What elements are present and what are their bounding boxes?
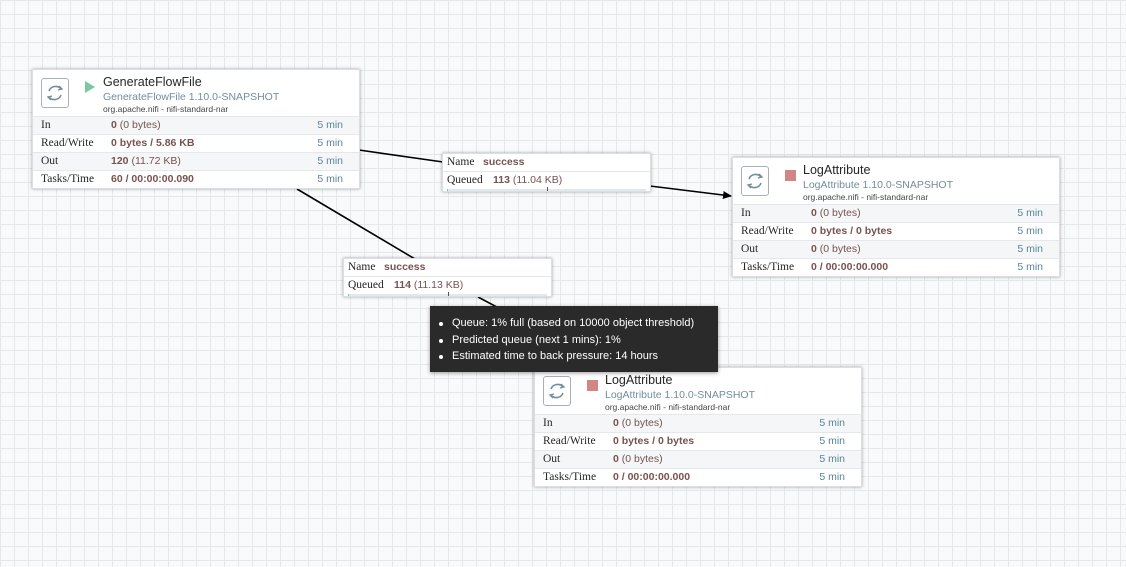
tooltip-item: Queue: 1% full (based on 10000 object th…: [439, 315, 718, 332]
stat-label: In: [741, 207, 751, 219]
processor-generateflowfile[interactable]: GenerateFlowFile GenerateFlowFile 1.10.0…: [32, 69, 360, 189]
connection-line-1b[interactable]: [649, 185, 732, 199]
processor-logattribute-2[interactable]: LogAttribute LogAttribute 1.10.0-SNAPSHO…: [534, 367, 862, 487]
stat-row-in: In 0 (0 bytes) 5 min: [733, 204, 1059, 222]
stat-label: Read/Write: [41, 137, 94, 149]
backpressure-count-fill: [348, 294, 349, 296]
stat-row-tasks-time: Tasks/Time 0 / 00:00:00.000 5 min: [535, 468, 861, 486]
connection-queued-label: Queued: [447, 174, 483, 186]
stat-value: 0 bytes / 5.86 KB: [111, 137, 195, 149]
flow-canvas[interactable]: GenerateFlowFile GenerateFlowFile 1.10.0…: [0, 0, 1126, 567]
stat-value: 0 / 00:00:00.000: [613, 471, 691, 483]
stat-label: Tasks/Time: [741, 261, 795, 273]
backpressure-divider: [546, 187, 548, 191]
stat-row-read-write: Read/Write 0 bytes / 5.86 KB 5 min: [33, 134, 359, 152]
connection-label-1[interactable]: Name success Queued 113 (11.04 KB): [442, 153, 651, 192]
stat-period: 5 min: [819, 471, 845, 483]
stat-period: 5 min: [317, 173, 343, 185]
stat-label: Out: [741, 243, 759, 255]
stat-label: Read/Write: [543, 435, 596, 447]
stat-row-out: Out 120 (11.72 KB) 5 min: [33, 152, 359, 170]
stat-period: 5 min: [317, 119, 343, 131]
processor-type: GenerateFlowFile 1.10.0-SNAPSHOT: [103, 91, 280, 103]
stat-label: Read/Write: [741, 225, 794, 237]
connection-queued-label: Queued: [348, 279, 384, 291]
connection-name-label: Name: [348, 261, 376, 273]
stat-row-read-write: Read/Write 0 bytes / 0 bytes 5 min: [535, 432, 861, 450]
backpressure-bar[interactable]: [348, 292, 547, 296]
stopped-icon: [587, 380, 598, 391]
stat-label: Tasks/Time: [543, 471, 597, 483]
processor-logattribute-1[interactable]: LogAttribute LogAttribute 1.10.0-SNAPSHO…: [732, 157, 1060, 277]
stat-period: 5 min: [819, 417, 845, 429]
processor-icon: [543, 376, 571, 406]
connection-queued: 114 (11.13 KB): [394, 279, 464, 291]
stat-period: 5 min: [317, 137, 343, 149]
stat-value: 0 (0 bytes): [613, 453, 663, 465]
connection-name: success: [483, 156, 525, 168]
processor-bundle: org.apache.nifi - nifi-standard-nar: [803, 192, 929, 202]
processor-name: LogAttribute: [605, 373, 673, 387]
stat-period: 5 min: [1017, 207, 1043, 219]
processor-bundle: org.apache.nifi - nifi-standard-nar: [605, 402, 731, 412]
stat-row-tasks-time: Tasks/Time 60 / 00:00:00.090 5 min: [33, 170, 359, 188]
processor-name: LogAttribute: [803, 163, 871, 177]
processor-bundle: org.apache.nifi - nifi-standard-nar: [103, 104, 229, 114]
processor-name: GenerateFlowFile: [103, 75, 202, 89]
stat-period: 5 min: [1017, 261, 1043, 273]
stat-value: 120 (11.72 KB): [111, 155, 181, 167]
processor-icon: [741, 166, 769, 196]
backpressure-tooltip: Queue: 1% full (based on 10000 object th…: [430, 306, 718, 372]
stat-row-in: In 0 (0 bytes) 5 min: [535, 414, 861, 432]
connection-queued: 113 (11.04 KB): [493, 174, 563, 186]
stat-period: 5 min: [1017, 243, 1043, 255]
stopped-icon: [785, 170, 796, 181]
processor-type: LogAttribute 1.10.0-SNAPSHOT: [605, 389, 755, 401]
stat-row-in: In 0 (0 bytes) 5 min: [33, 116, 359, 134]
stat-label: Out: [41, 155, 59, 167]
connection-name: success: [384, 261, 426, 273]
stat-period: 5 min: [819, 453, 845, 465]
stat-value: 0 (0 bytes): [811, 207, 861, 219]
connection-line-1a[interactable]: [358, 149, 444, 163]
connection-name-label: Name: [447, 156, 475, 168]
stat-value: 0 (0 bytes): [811, 243, 861, 255]
connection-label-2[interactable]: Name success Queued 114 (11.13 KB): [343, 258, 552, 297]
stat-label: In: [543, 417, 553, 429]
connection-line-2a[interactable]: [296, 188, 416, 260]
running-icon: [85, 81, 95, 93]
stat-value: 0 bytes / 0 bytes: [613, 435, 695, 447]
tooltip-item: Predicted queue (next 1 mins): 1%: [439, 332, 718, 349]
stat-value: 0 (0 bytes): [613, 417, 663, 429]
stat-period: 5 min: [1017, 225, 1043, 237]
stat-label: Tasks/Time: [41, 173, 95, 185]
backpressure-count-fill: [447, 189, 448, 191]
stat-value: 60 / 00:00:00.090: [111, 173, 194, 185]
processor-icon: [41, 78, 69, 108]
backpressure-bar[interactable]: [447, 187, 646, 191]
stat-period: 5 min: [317, 155, 343, 167]
stat-label: In: [41, 119, 51, 131]
stat-period: 5 min: [819, 435, 845, 447]
backpressure-divider: [447, 292, 449, 296]
stat-row-out: Out 0 (0 bytes) 5 min: [733, 240, 1059, 258]
stat-value: 0 / 00:00:00.000: [811, 261, 889, 273]
stat-row-read-write: Read/Write 0 bytes / 0 bytes 5 min: [733, 222, 1059, 240]
stat-label: Out: [543, 453, 561, 465]
tooltip-item: Estimated time to back pressure: 14 hour…: [439, 348, 718, 365]
stat-value: 0 bytes / 0 bytes: [811, 225, 893, 237]
stat-row-out: Out 0 (0 bytes) 5 min: [535, 450, 861, 468]
processor-type: LogAttribute 1.10.0-SNAPSHOT: [803, 179, 953, 191]
stat-row-tasks-time: Tasks/Time 0 / 00:00:00.000 5 min: [733, 258, 1059, 276]
stat-value: 0 (0 bytes): [111, 119, 161, 131]
